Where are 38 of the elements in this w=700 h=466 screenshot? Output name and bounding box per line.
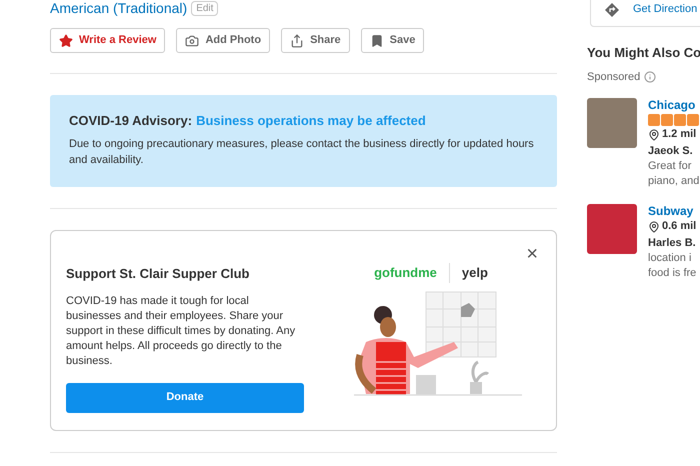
business-link[interactable]: Subway <box>648 204 696 219</box>
review-snippet: Great for <box>648 159 692 174</box>
camera-icon <box>185 34 200 48</box>
photo-placeholder <box>587 98 637 148</box>
directions-card[interactable]: Get Direction <box>590 0 700 27</box>
review-snippet: location i <box>648 251 692 266</box>
photo-button[interactable]: Add Photo <box>176 28 270 53</box>
sponsored-label: Sponsored <box>587 70 640 84</box>
share-button[interactable]: Share <box>281 28 350 53</box>
map-pin-icon <box>648 220 660 232</box>
star-icon <box>59 34 73 48</box>
info-icon <box>644 70 656 83</box>
fundraiser-logo: gofundme <box>374 263 450 282</box>
donate-button[interactable]: Donate <box>66 382 304 412</box>
directions-icon <box>605 2 619 16</box>
donation-text: COVID-19 has made it tough for local businesses and their employees. Share your support in these difficult times by donating. Any amount helps. All proceeds go directly to the business. <box>66 294 296 368</box>
advisory-headline: Business operations may be affected <box>196 112 426 130</box>
edit-button[interactable]: Edit <box>191 0 218 16</box>
reviewer-name: Harles B. <box>648 236 696 251</box>
avatar-placeholder <box>587 204 637 254</box>
review-snippet: piano, and <box>648 174 700 189</box>
business-link[interactable]: Chicago <box>648 98 700 113</box>
share-icon <box>290 34 304 48</box>
donation-title: Support St. Clair Supper Club <box>66 265 250 283</box>
directions-link: Get Direction <box>633 2 698 18</box>
distance-text: 0.6 mil <box>662 219 696 234</box>
write-review-button[interactable]: Write a Review <box>50 28 166 53</box>
save-button[interactable]: Save <box>360 28 424 53</box>
bookmark-icon <box>370 34 384 48</box>
category-link[interactable]: American (Traditional) <box>50 1 188 15</box>
advisory-title: COVID-19 Advisory: <box>69 112 192 130</box>
review-site-logo: yelp <box>462 264 488 282</box>
close-button[interactable]: × <box>526 244 538 264</box>
reviewer-name: Jaeok S. <box>648 144 694 159</box>
distance-text: 1.2 mil <box>662 127 696 142</box>
map-pin-icon <box>648 128 660 140</box>
advisory-text: Due to ongoing precautionary measures, please contact the business directly for updated hours and availability. <box>69 136 535 168</box>
review-snippet: food is fre <box>648 266 696 281</box>
